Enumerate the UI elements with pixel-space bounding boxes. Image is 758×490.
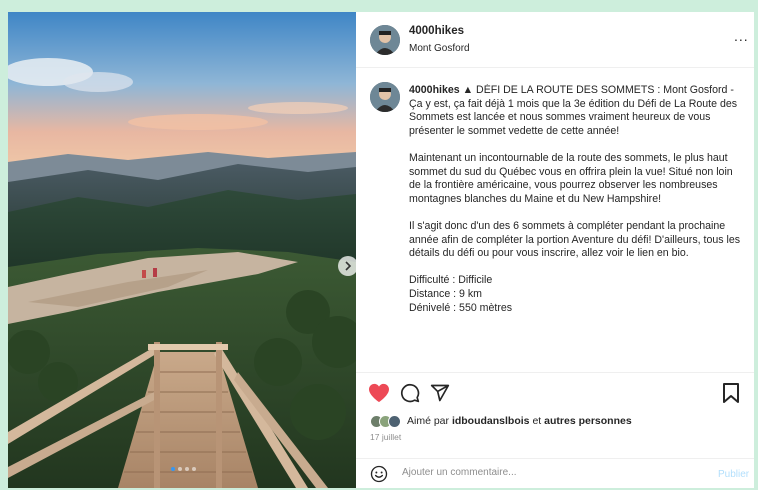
caption-elevation: Dénivelé : 550 mètres: [409, 301, 513, 314]
comment-input[interactable]: [402, 467, 682, 478]
app-frame: 4000hikes Mont Gosford ... 4000hikes ▲ D…: [0, 0, 758, 490]
post-date[interactable]: 17 juillet: [370, 432, 401, 442]
carousel-dot: [171, 467, 175, 471]
likes-prefix: Aimé par: [407, 415, 450, 427]
comment-bar: Publier: [356, 458, 754, 488]
carousel-dot: [185, 467, 189, 471]
caption-distance: Distance : 9 km: [409, 287, 483, 300]
caption-paragraph: Maintenant un incontournable de la route…: [409, 151, 733, 205]
photo-mountain-landscape: [8, 12, 356, 488]
carousel-indicator: [171, 467, 196, 471]
caption-avatar[interactable]: [370, 82, 400, 112]
likes-text: Aimé par idboudanslbois et autres person…: [407, 415, 632, 427]
likes-summary[interactable]: Aimé par idboudanslbois et autres person…: [370, 412, 632, 430]
post-photo[interactable]: [8, 12, 356, 488]
likes-user-link[interactable]: idboudanslbois: [452, 415, 530, 427]
header-location[interactable]: Mont Gosford: [409, 43, 470, 54]
user-avatar-image: [370, 82, 400, 112]
carousel-dot: [192, 467, 196, 471]
user-avatar-image: [370, 25, 400, 55]
comment-bubble-icon[interactable]: [400, 383, 420, 403]
more-options-button[interactable]: ...: [734, 28, 749, 44]
likes-others-link[interactable]: autres personnes: [544, 415, 632, 427]
chevron-right-icon: [345, 261, 352, 271]
likes-joiner: et: [532, 415, 542, 427]
post-header: 4000hikes Mont Gosford ...: [356, 12, 754, 68]
bookmark-icon[interactable]: [723, 383, 739, 403]
caption-username[interactable]: 4000hikes: [409, 84, 460, 96]
post-panel: 4000hikes Mont Gosford ... 4000hikes ▲ D…: [356, 12, 754, 488]
carousel-next-button[interactable]: [338, 256, 356, 276]
action-bar: [356, 372, 754, 408]
heart-filled-icon[interactable]: [368, 383, 390, 403]
post-caption: 4000hikes ▲ DÉFI DE LA ROUTE DES SOMMETS…: [409, 84, 744, 368]
caption-difficulty: Difficulté : Difficile: [409, 274, 493, 287]
header-username[interactable]: 4000hikes: [409, 25, 464, 37]
smiley-icon[interactable]: [370, 465, 388, 483]
caption-paragraph: Il s'agit donc d'un des 6 sommets à comp…: [409, 219, 741, 260]
paper-plane-icon[interactable]: [430, 383, 450, 403]
publish-button[interactable]: Publier: [718, 469, 749, 480]
carousel-dot: [178, 467, 182, 471]
liker-avatar: [388, 414, 401, 428]
avatar[interactable]: [370, 25, 400, 55]
